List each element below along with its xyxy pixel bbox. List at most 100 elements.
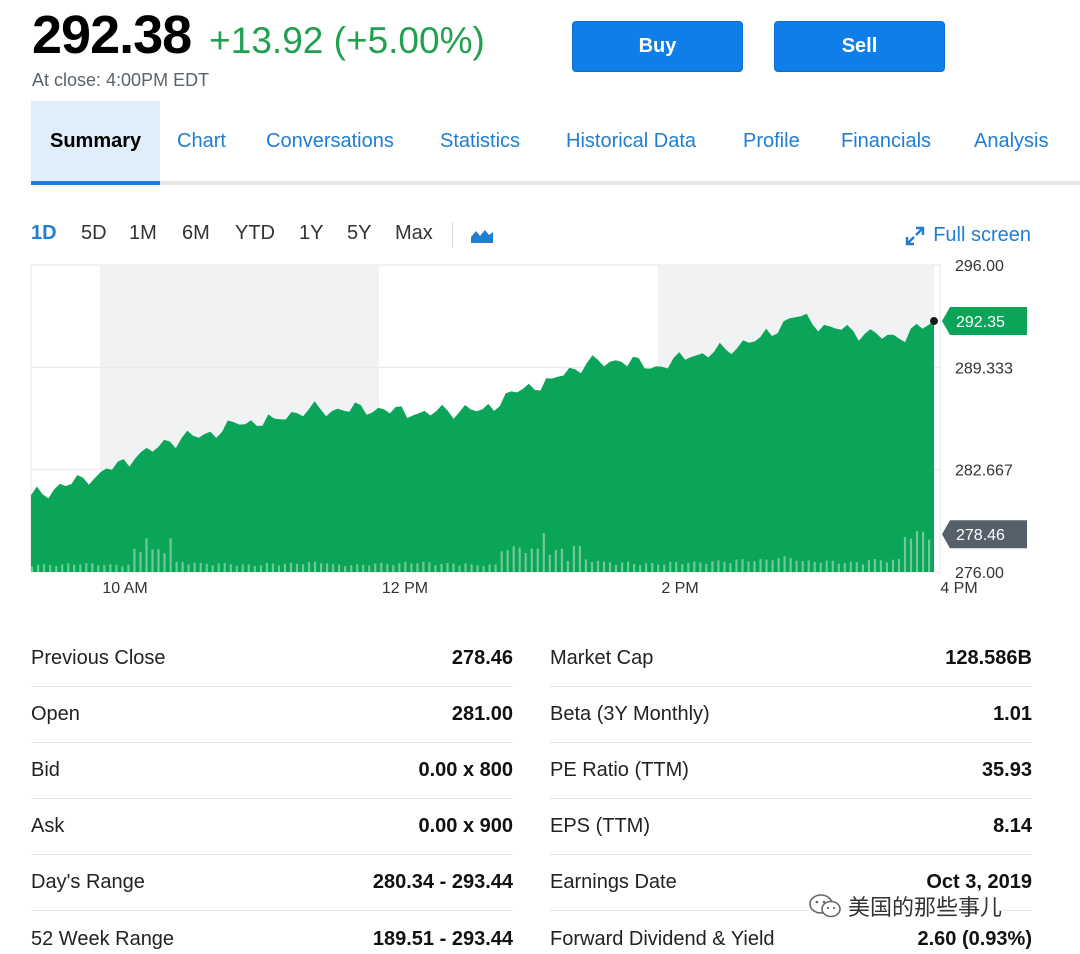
volume-bar [476,565,479,572]
y-tick-label: 289.333 [955,360,1013,377]
volume-bar [639,565,642,572]
volume-bar [350,565,353,572]
volume-bar [705,563,708,572]
watermark: 美国的那些事儿 [808,890,1003,922]
volume-bar [687,562,690,572]
volume-bar [849,561,852,572]
volume-bar [831,560,834,572]
volume-bar [217,563,220,572]
volume-bar [837,563,840,572]
stat-label: Beta (3Y Monthly) [550,703,710,725]
sell-button[interactable]: Sell [774,21,945,72]
volume-bar [235,565,238,572]
stat-label: Day's Range [31,871,145,893]
stat-value: 8.14 [993,815,1032,837]
price-chart[interactable]: 296.00289.333282.667276.00 10 AM 12 PM 2 P… [0,255,1080,600]
fullscreen-label: Full screen [933,224,1031,246]
volume-bar [187,564,190,572]
stat-label: Open [31,703,80,725]
fullscreen-button[interactable]: Full screen [905,224,1031,247]
volume-bar [602,561,606,572]
range-max[interactable]: Max [395,222,433,245]
expand-arrows-icon [905,226,925,245]
volume-bar [554,549,557,572]
volume-bar [55,566,58,572]
volume-bar [362,564,365,572]
tab-conversations[interactable]: Conversations [266,101,394,181]
volume-bar [181,562,184,572]
tab-chart[interactable]: Chart [177,101,226,181]
volume-bar [295,563,299,572]
volume-bar [283,563,286,572]
volume-bar [717,560,720,572]
volume-bar [43,564,46,572]
range-1m[interactable]: 1M [129,222,157,245]
volume-bar [223,563,226,572]
volume-bar [344,566,347,572]
volume-bar [633,563,636,572]
volume-bar [518,547,521,572]
volume-bar [368,565,371,572]
range-5d[interactable]: 5D [81,222,107,245]
quote-header: 292.38 +13.92 (+5.00%) At close: 4:00PM … [32,4,485,91]
stat-market-cap: Market Cap 128.586B [550,631,1032,687]
volume-bar [482,565,485,572]
volume-bar [897,559,901,572]
stat-label: Forward Dividend & Yield [550,927,775,950]
volume-bar [37,564,40,572]
volume-bar [464,563,467,572]
stat-value: 189.51 - 293.44 [372,927,513,950]
volume-bar [332,564,335,572]
volume-bar [729,563,732,572]
volume-bar [289,562,293,572]
range-1y[interactable]: 1Y [299,222,323,245]
quote-stats-left: Previous Close 278.46 Open 281.00 Bid 0.… [31,631,513,954]
volume-bar [163,553,166,572]
volume-bar [693,561,696,572]
volume-bar [759,559,762,572]
volume-bar [681,564,684,572]
stat-label: Bid [31,759,60,781]
volume-bar [596,560,600,572]
x-tick-label: 4 PM [940,580,977,597]
stat-value: 281.00 [451,703,513,725]
volume-bar [374,563,377,572]
tab-summary[interactable]: Summary [31,101,161,185]
area-chart-icon[interactable] [470,228,494,244]
volume-bar [621,562,624,572]
volume-bar [711,561,714,572]
stat-label: 52 Week Range [31,927,175,950]
stat-value: 278.46 [451,647,513,669]
range-1d[interactable]: 1D [31,222,57,245]
stat-label: PE Ratio (TTM) [550,759,689,781]
volume-bar [542,533,545,572]
buy-button[interactable]: Buy [572,21,743,72]
volume-bar [193,562,196,572]
volume-bar [247,564,250,572]
range-5y[interactable]: 5Y [347,222,371,245]
volume-bar [211,565,214,572]
tab-historical-data[interactable]: Historical Data [566,101,696,181]
volume-bar [669,561,672,572]
volume-bar [488,564,491,572]
volume-bar [548,554,551,572]
volume-bar [253,565,256,572]
volume-bar [205,563,208,572]
volume-bar [524,553,527,572]
tab-profile[interactable]: Profile [743,101,800,181]
watermark-text: 美国的那些事儿 [848,895,1003,920]
volume-bar [428,562,431,572]
volume-bar [747,561,750,572]
y-tick-label: 296.00 [955,258,1004,275]
tab-analysis[interactable]: Analysis [974,101,1048,181]
volume-bar [338,564,341,572]
range-ytd[interactable]: YTD [235,222,275,245]
volume-bar [909,538,913,572]
tab-statistics[interactable]: Statistics [440,101,520,181]
volume-bar [404,561,407,572]
range-6m[interactable]: 6M [182,222,210,245]
tab-financials[interactable]: Financials [841,101,931,181]
volume-bar [398,563,401,572]
volume-bar [753,561,756,572]
stat-beta: Beta (3Y Monthly) 1.01 [550,687,1032,743]
